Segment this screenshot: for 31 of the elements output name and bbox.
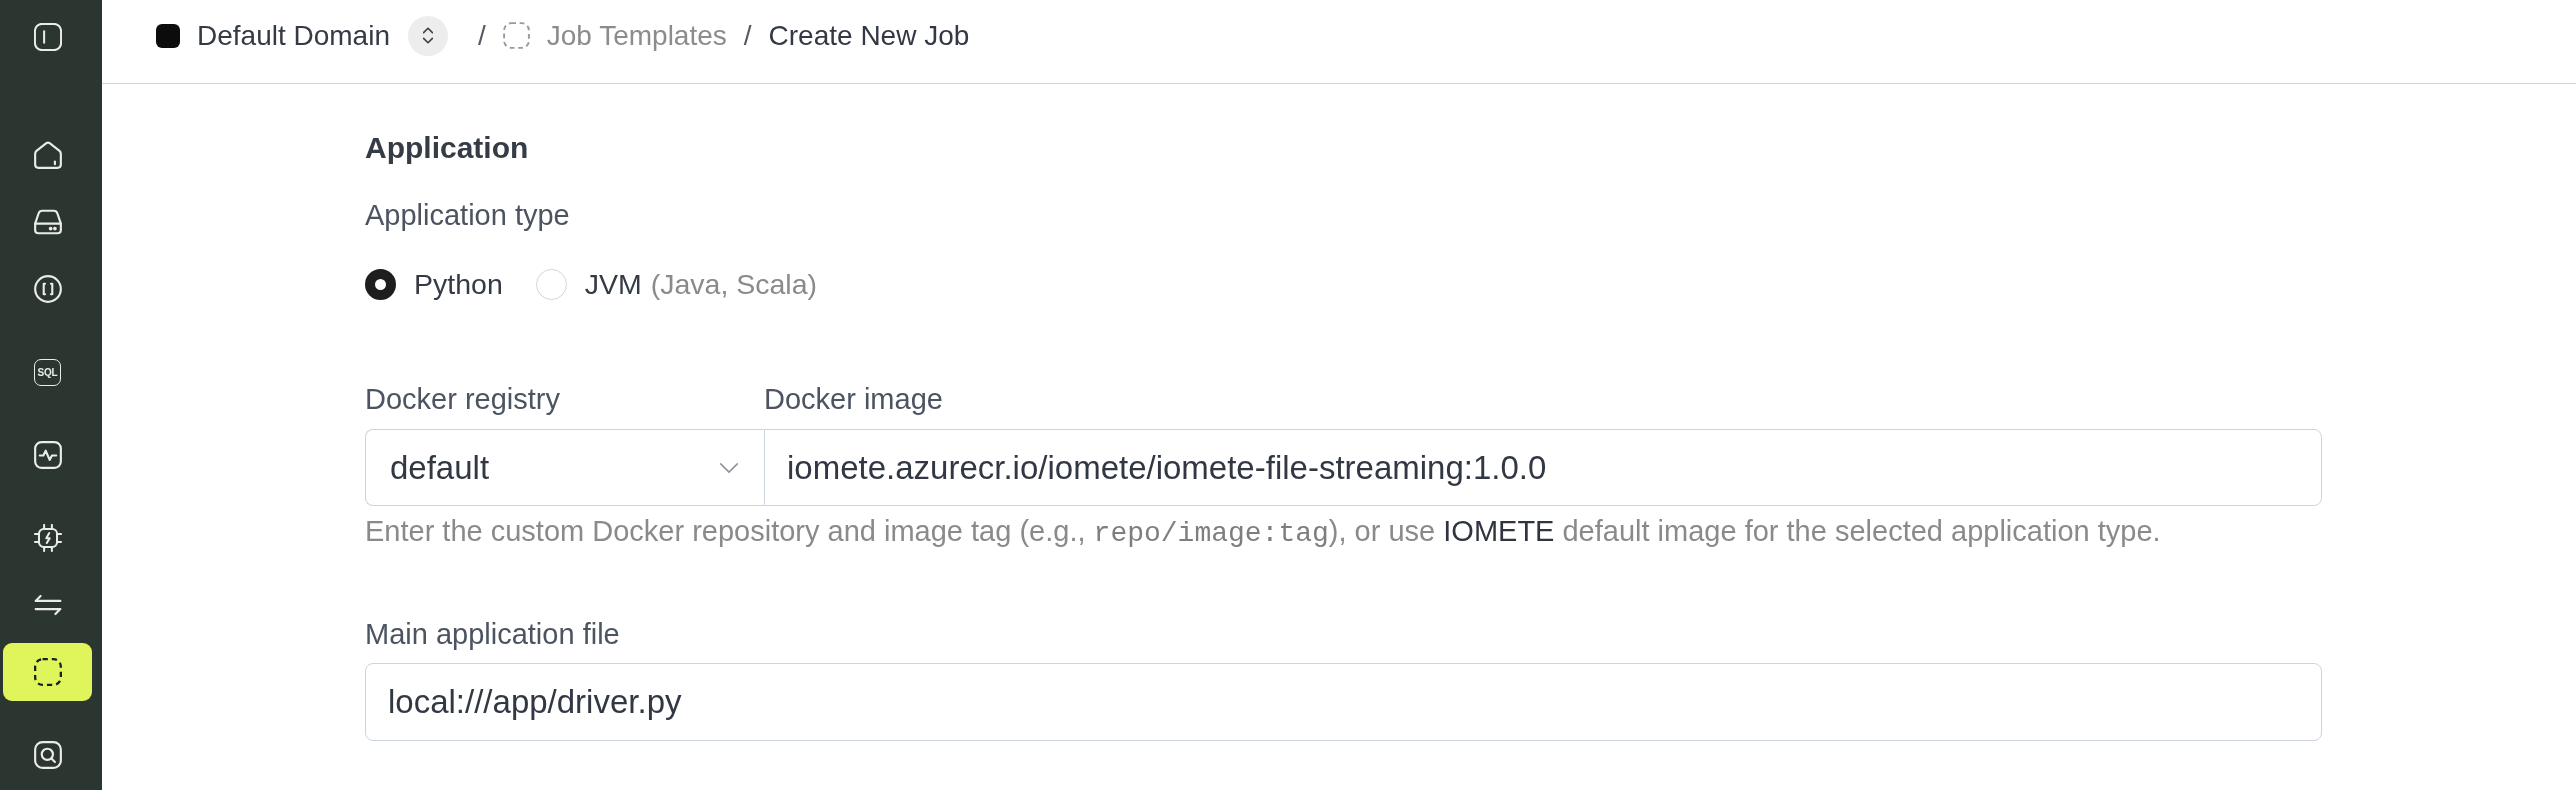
sql-icon: SQL xyxy=(34,358,61,386)
breadcrumb-separator: / xyxy=(478,19,486,52)
activity-icon xyxy=(33,441,62,469)
domain-name: Default Domain xyxy=(197,19,390,52)
main-file-field[interactable]: local:///app/driver.py xyxy=(365,663,2322,741)
search-icon xyxy=(33,741,62,769)
brackets-circle-icon xyxy=(33,275,62,303)
docker-image-field[interactable]: iomete.azurecr.io/iomete/iomete-file-streaming:1.0.0 xyxy=(764,429,2322,506)
field-label: Docker image xyxy=(764,382,943,416)
sidebar-item[interactable]: SQL xyxy=(3,343,92,401)
dashed-square-icon xyxy=(33,658,62,686)
breadcrumb-separator: / xyxy=(743,19,752,52)
registry-select[interactable]: default xyxy=(365,429,764,506)
help-text: Enter the custom Docker repository and image tag (e.g., repo/image:tag), or use IOMETE default image for the selected application type. xyxy=(365,514,2161,551)
field-label: Main application file xyxy=(365,617,620,651)
field-label: Docker registry xyxy=(365,382,560,416)
home-icon xyxy=(33,141,62,169)
field-label: Application type xyxy=(365,198,570,232)
radio-option[interactable]: JVM (Java, Scala) xyxy=(535,267,818,301)
chevron-down-icon xyxy=(720,462,738,473)
sidebar-item[interactable] xyxy=(3,643,92,701)
panel-toggle-icon xyxy=(33,23,62,51)
dashed-square-icon xyxy=(502,22,530,49)
chevron-up-down-icon xyxy=(423,27,433,44)
domain-switch-button[interactable] xyxy=(408,15,448,56)
section-title: Application xyxy=(365,130,529,166)
breadcrumb-current: Create New Job xyxy=(768,19,970,52)
chip-icon xyxy=(33,524,62,552)
drive-icon xyxy=(33,208,62,236)
domain-icon xyxy=(156,23,180,48)
radio-option[interactable]: Python xyxy=(365,267,503,301)
